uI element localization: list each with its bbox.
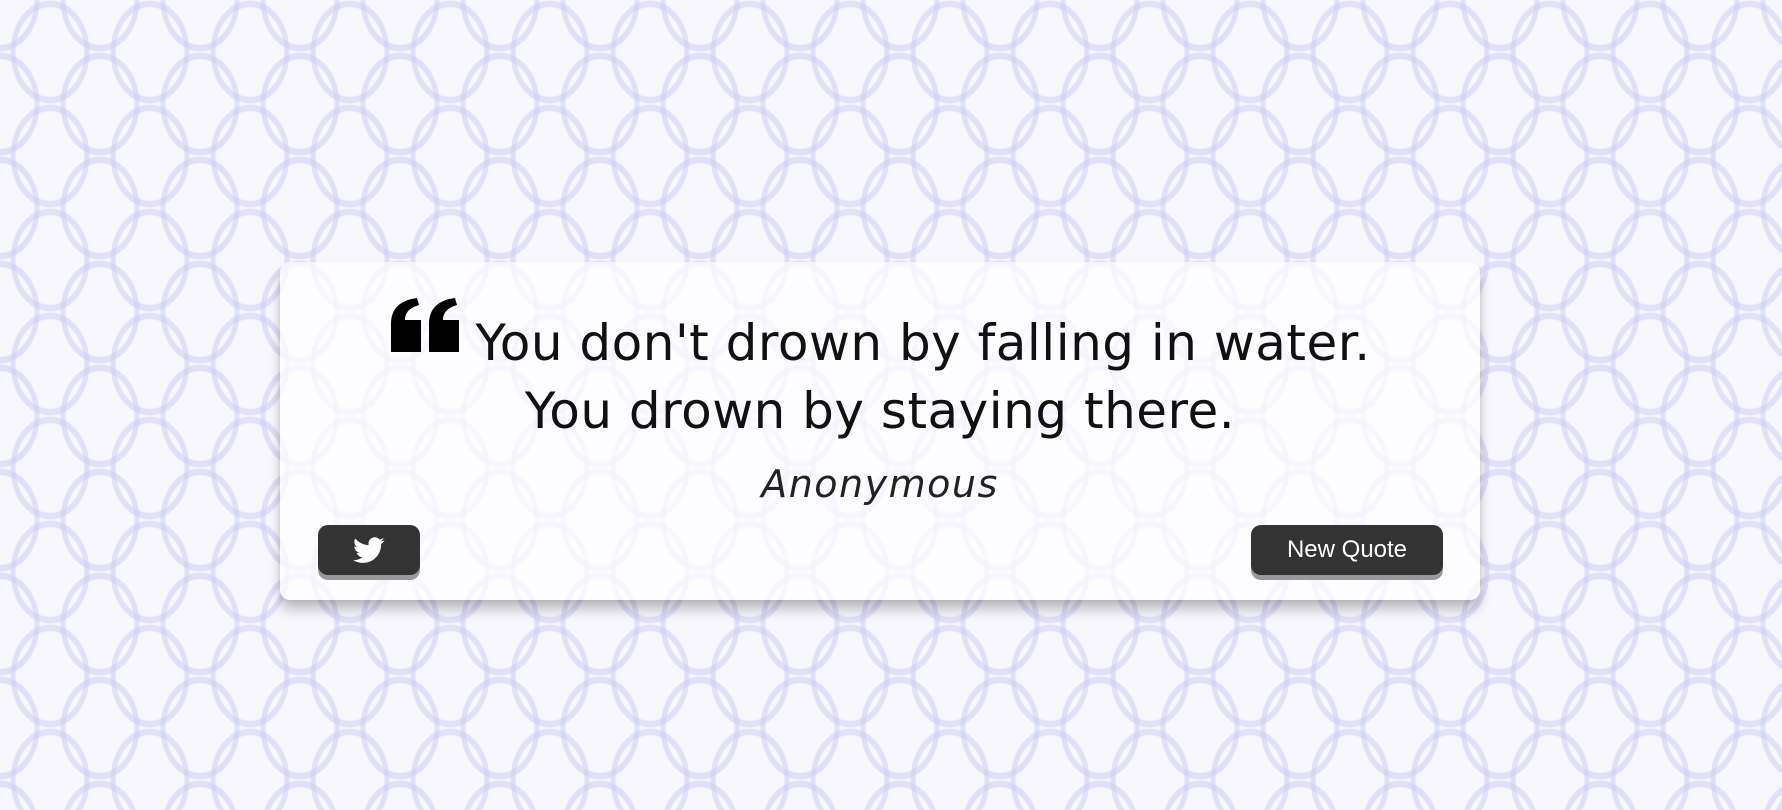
quote-text: You don't drown by falling in water. You… (475, 314, 1371, 440)
twitter-icon (353, 536, 385, 563)
quote-text-block: You don't drown by falling in water. You… (340, 298, 1420, 445)
new-quote-button[interactable]: New Quote (1251, 525, 1443, 575)
quote-left-icon (391, 298, 460, 352)
tweet-button[interactable] (318, 525, 420, 575)
quote-card: You don't drown by falling in water. You… (280, 262, 1480, 600)
quote-author: Anonymous (761, 462, 999, 506)
